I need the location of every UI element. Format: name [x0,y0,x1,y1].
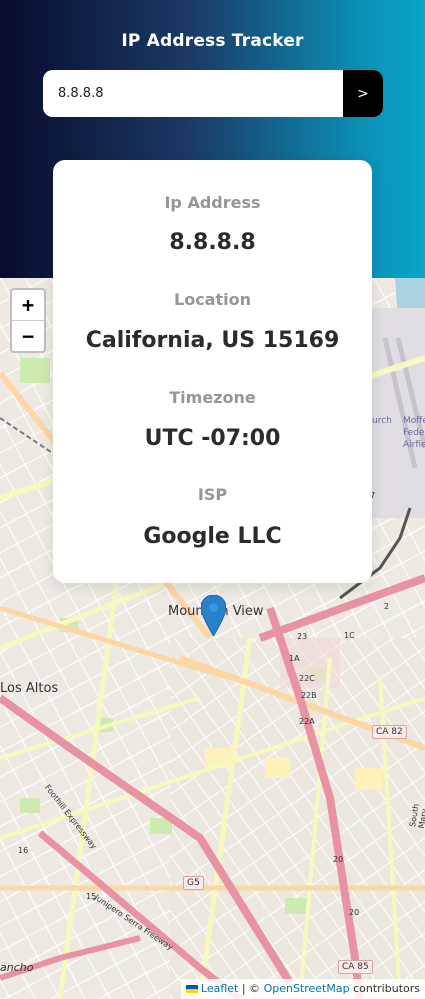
road-label-2: 2 [384,602,390,611]
search-submit-button[interactable]: > [343,70,383,117]
ukraine-flag-icon [185,985,198,993]
ip-search-input[interactable] [43,70,343,117]
road-label-1c: 1C [344,631,355,640]
zoom-in-button[interactable]: + [12,290,44,321]
map-label-moffett-2: Feder [403,428,425,438]
map-attribution: Leaflet | © OpenStreetMap contributors [180,979,425,999]
shield-ca85: CA 85 [338,960,373,974]
ip-address-label: Ip Address [164,193,261,212]
timezone-label: Timezone [169,388,256,407]
isp-label: ISP [197,485,228,504]
location-label: Location [174,290,251,309]
location-value: California, US 15169 [85,328,340,353]
map-label-los-altos: Los Altos [0,681,59,696]
osm-link[interactable]: OpenStreetMap [264,982,350,995]
road-label-1a: 1A [289,654,300,663]
timezone-value: UTC -07:00 [144,426,281,451]
road-label-20a: 20 [333,855,344,864]
map-label-urch: urch [372,416,392,426]
shield-ca82: CA 82 [372,725,407,739]
attribution-separator: | © [241,982,261,995]
road-label-16: 16 [18,846,29,855]
isp-value: Google LLC [143,524,282,549]
road-label-22b: 22B [301,691,317,700]
map-label-moffett-3: Airfie [403,440,425,450]
map-label-ancho: ancho [0,961,34,974]
ip-address-value: 8.8.8.8 [169,230,256,255]
shield-g5: G5 [183,876,204,890]
road-label-23: 23 [297,632,308,641]
zoom-control: + − [10,288,46,353]
search-bar: > [43,70,383,117]
zoom-out-button[interactable]: − [12,321,44,351]
page: IP Address Tracker > [0,0,425,999]
ip-info-card: Ip Address 8.8.8.8 Location California, … [53,160,372,583]
attribution-contributors: contributors [353,982,420,995]
leaflet-link[interactable]: Leaflet [201,982,238,995]
map-pin-icon[interactable] [200,594,227,640]
map-label-moffett-1: Moffe [403,416,425,426]
road-label-22a: 22A [299,717,315,726]
road-label-20b: 20 [349,908,360,917]
road-label-15: 15 [86,892,97,901]
page-title: IP Address Tracker [121,31,304,51]
road-label-22c: 22C [299,674,315,683]
